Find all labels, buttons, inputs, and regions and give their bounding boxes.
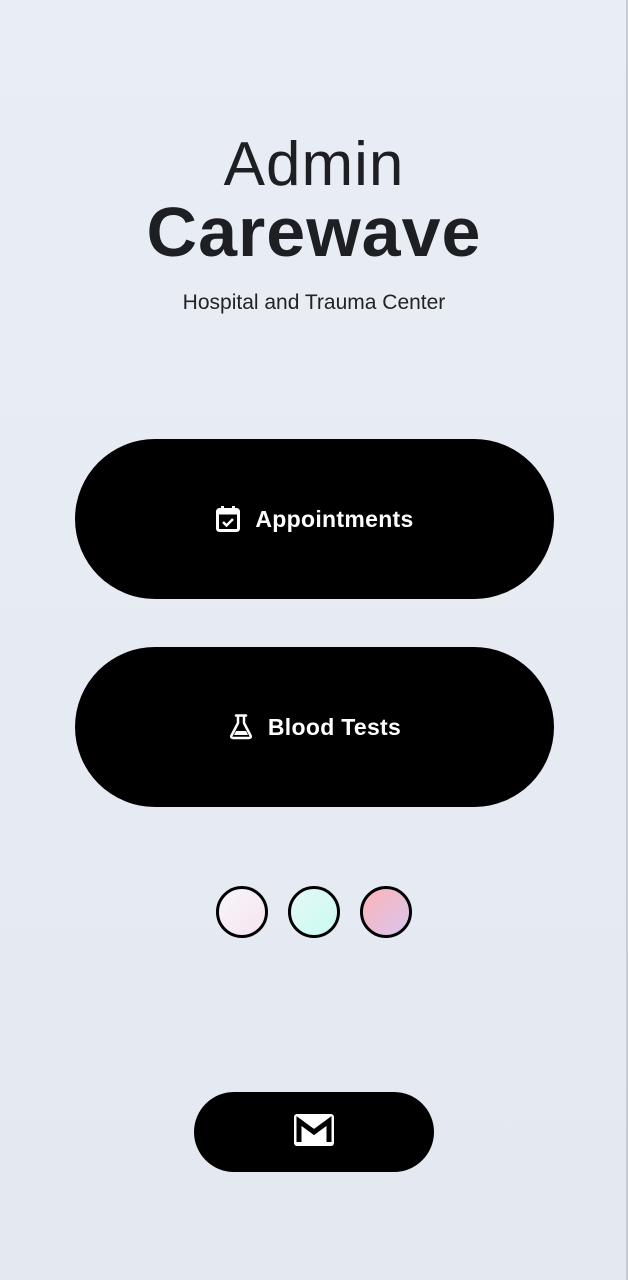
header: Admin Carewave Hospital and Trauma Cente… xyxy=(0,132,628,316)
theme-swatch-mint[interactable] xyxy=(288,886,340,938)
appointments-button[interactable]: Appointments xyxy=(75,439,554,599)
calendar-check-icon xyxy=(215,506,241,532)
theme-swatch-rose[interactable] xyxy=(360,886,412,938)
blood-tests-button[interactable]: Blood Tests xyxy=(75,647,554,807)
brand-title: Carewave xyxy=(146,193,482,271)
mail-button[interactable] xyxy=(194,1092,434,1172)
flask-icon xyxy=(228,714,254,740)
theme-swatch-lavender-blush[interactable] xyxy=(216,886,268,938)
brand-subtitle: Hospital and Trauma Center xyxy=(182,291,446,314)
blood-tests-label: Blood Tests xyxy=(267,713,402,740)
admin-title: Admin xyxy=(223,130,405,199)
appointments-label: Appointments xyxy=(255,505,414,532)
gmail-icon xyxy=(294,1113,334,1151)
theme-swatches xyxy=(0,886,628,938)
